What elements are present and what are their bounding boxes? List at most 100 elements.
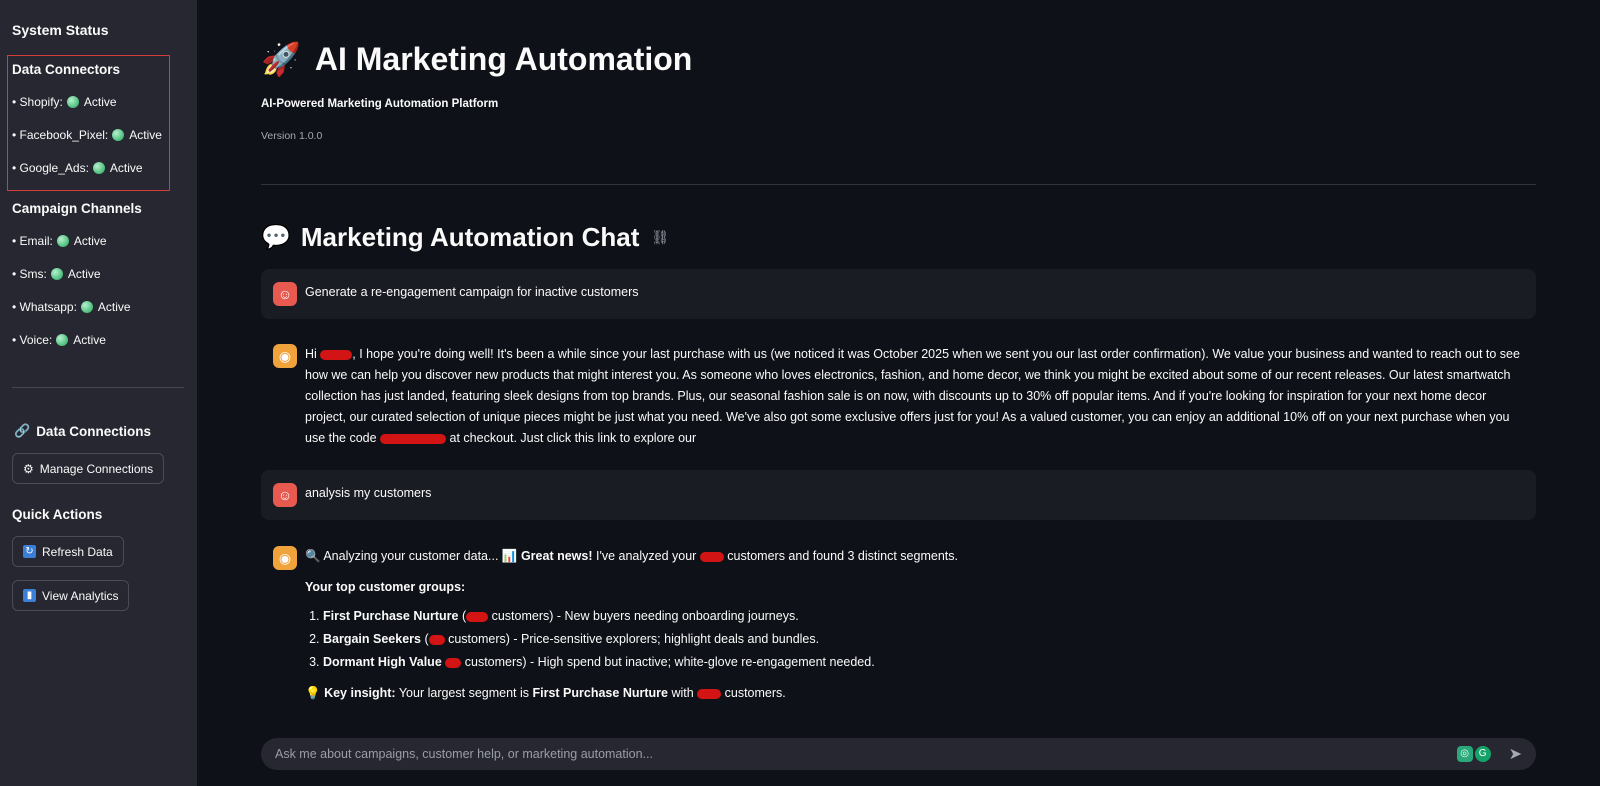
channel-status: Active [73,234,107,248]
page-subtitle: AI-Powered Marketing Automation Platform [261,98,499,110]
grammarly-icon[interactable]: G [1474,746,1491,762]
customer-groups-list: First Purchase Nurture ( customers) - Ne… [323,606,958,673]
message-fragment: First Purchase Nurture [532,686,668,700]
campaign-channels-heading: Campaign Channels [12,201,142,216]
message-fragment: ( [420,632,429,646]
connector-status: Active [109,161,143,175]
assistant-message: ◉ 🔍 Analyzing your customer data... 📊 Gr… [261,546,1536,704]
bar-chart-icon: ▮ [23,589,36,602]
channel-status: Active [97,300,131,314]
manage-connections-button[interactable]: ⚙ Manage Connections [12,453,165,484]
analysis-intro: 🔍 Analyzing your customer data... 📊 Grea… [305,546,958,567]
channel-voice: • Voice: Active [12,333,106,347]
status-dot-icon [50,268,63,280]
speech-bubble-icon: 💬 [261,224,291,251]
user-avatar-icon: ☺ [273,483,297,507]
sidebar-divider [12,387,184,388]
group-name: First Purchase Nurture [323,609,459,623]
refresh-icon: ↻ [23,545,36,558]
rocket-icon: 🚀 [261,41,301,77]
user-message: ☺ Generate a re-engagement campaign for … [261,269,1536,319]
connector-google-ads: • Google_Ads: Active [12,161,143,175]
insight-label: Key insight: [324,686,396,700]
redaction-mark [445,657,462,668]
connector-name: • Facebook_Pixel: [12,128,109,142]
redaction-mark [320,349,353,360]
message-fragment: Your largest segment is [395,686,533,700]
message-fragment: with [667,686,698,700]
message-fragment: customers and found 3 distinct segments. [723,549,958,563]
user-avatar-icon: ☺ [273,282,297,306]
redaction-mark [428,634,445,645]
redaction-mark [466,611,489,622]
channel-name: • Email: [12,234,53,248]
redaction-mark [697,688,722,699]
message-fragment: I've analyzed your [592,549,700,563]
chat-input[interactable] [275,747,1457,761]
channel-status: Active [67,267,101,281]
list-item: Bargain Seekers ( customers) - Price-sen… [323,629,958,650]
page-title: AI Marketing Automation [314,40,693,77]
user-message: ☺ analysis my customers [261,470,1536,520]
lightbulb-icon: 💡 [305,686,321,700]
quick-actions-heading: Quick Actions [12,507,103,522]
message-fragment: customers) - High spend but inactive; wh… [461,655,875,669]
header-divider [261,184,1536,185]
assistant-message: ◉ Hi , I hope you're doing well! It's be… [261,344,1536,449]
message-fragment: customers. [721,686,786,700]
message-fragment: Great news! [520,549,593,563]
list-item: Dormant High Value customers) - High spe… [323,652,958,673]
data-connections-heading: Data Connections [36,423,151,439]
message-text: analysis my customers [305,486,432,500]
connector-shopify: • Shopify: Active [12,95,117,109]
send-icon[interactable]: ➤ [1509,744,1522,764]
connector-name: • Shopify: [12,95,63,109]
page-title-row: 🚀 AI Marketing Automation [261,40,692,78]
sidebar: System Status Data Connectors • Shopify:… [0,0,197,786]
chat-title-row: 💬 Marketing Automation Chat ⛓ [261,222,669,253]
anchor-link-icon[interactable]: ⛓ [651,229,669,246]
chat-title: Marketing Automation Chat [300,222,640,252]
refresh-data-label: Refresh Data [42,544,113,559]
gear-icon: ⚙ [23,461,34,476]
status-dot-icon [80,301,93,313]
extension-icons: ◎ G [1456,746,1491,762]
channel-name: • Sms: [12,267,47,281]
connector-status: Active [129,128,162,142]
connector-status: Active [83,95,117,109]
channel-name: • Voice: [12,333,53,347]
redaction-mark [699,551,724,562]
group-name: Dormant High Value [323,655,442,669]
view-analytics-button[interactable]: ▮ View Analytics [12,580,130,611]
refresh-data-button[interactable]: ↻ Refresh Data [12,536,124,567]
key-insight: 💡 Key insight: Your largest segment is F… [305,683,958,704]
message-text: 🔍 Analyzing your customer data... 📊 Grea… [305,546,958,704]
connector-facebook-pixel: • Facebook_Pixel: Active [12,128,162,142]
connector-name: • Google_Ads: [12,161,89,175]
channel-name: • Whatsapp: [12,300,77,314]
status-dot-icon [56,334,69,346]
group-name: Bargain Seekers [323,632,421,646]
message-fragment: 🔍 Analyzing your customer data... 📊 [305,549,521,563]
link-icon: 🔗 [14,423,31,438]
assistant-avatar-icon: ◉ [273,546,297,570]
channel-sms: • Sms: Active [12,267,101,281]
channel-whatsapp: • Whatsapp: Active [12,300,131,314]
version-label: Version 1.0.0 [261,130,323,142]
status-dot-icon [112,129,125,141]
data-connectors-heading: Data Connectors [12,62,121,77]
status-dot-icon [92,162,105,174]
status-dot-icon [56,235,69,247]
channel-email: • Email: Active [12,234,107,248]
message-fragment: customers) - New buyers needing onboardi… [488,609,799,623]
channel-status: Active [73,333,106,347]
list-item: First Purchase Nurture ( customers) - Ne… [323,606,958,627]
status-dot-icon [66,96,79,108]
message-fragment: Hi [305,347,321,361]
message-fragment: ( [458,609,467,623]
data-connections-heading-row: 🔗 Data Connections [14,423,151,439]
message-text: Hi , I hope you're doing well! It's been… [305,344,1524,449]
assistant-avatar-icon: ◉ [273,344,297,368]
browser-extension-icon[interactable]: ◎ [1456,746,1473,762]
groups-heading: Your top customer groups: [305,580,466,594]
